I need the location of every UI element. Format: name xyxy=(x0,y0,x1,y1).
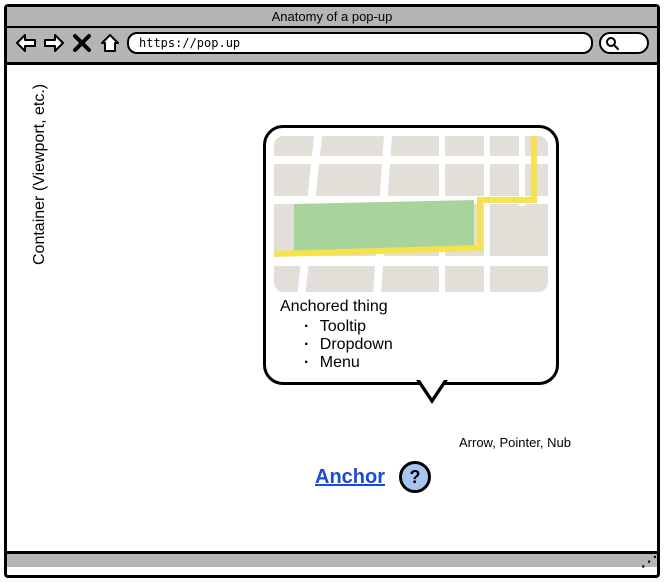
url-input[interactable]: https://pop.up xyxy=(127,32,593,54)
popup-arrow xyxy=(416,380,448,404)
status-bar: ⋰ xyxy=(7,551,657,567)
window-title: Anatomy of a pop-up xyxy=(7,7,657,28)
search-icon xyxy=(605,36,619,50)
search-button[interactable] xyxy=(599,32,649,54)
home-icon[interactable] xyxy=(99,32,121,54)
anchor-row: Anchor ? xyxy=(315,461,431,493)
resize-handle-icon[interactable]: ⋰ xyxy=(641,555,655,567)
popup-item: Tooltip xyxy=(304,318,546,336)
back-icon[interactable] xyxy=(15,32,37,54)
popup-list: Tooltip Dropdown Menu xyxy=(280,318,546,372)
anchor-link[interactable]: Anchor xyxy=(315,466,385,489)
popup-heading: Anchored thing xyxy=(280,298,546,316)
browser-frame: Anatomy of a pop-up https://pop.up Conta… xyxy=(4,4,660,578)
toolbar: https://pop.up xyxy=(7,28,657,65)
viewport: Container (Viewport, etc.) xyxy=(7,65,657,567)
help-badge[interactable]: ? xyxy=(399,461,431,493)
help-icon: ? xyxy=(410,467,421,488)
forward-icon[interactable] xyxy=(43,32,65,54)
container-label: Container (Viewport, etc.) xyxy=(31,84,49,265)
map-placeholder xyxy=(274,136,548,292)
arrow-label: Arrow, Pointer, Nub xyxy=(459,435,571,450)
url-text: https://pop.up xyxy=(139,36,240,50)
stop-icon[interactable] xyxy=(71,32,93,54)
popup-item: Menu xyxy=(304,354,546,372)
popup: Anchored thing Tooltip Dropdown Menu xyxy=(263,125,559,385)
popup-item: Dropdown xyxy=(304,336,546,354)
